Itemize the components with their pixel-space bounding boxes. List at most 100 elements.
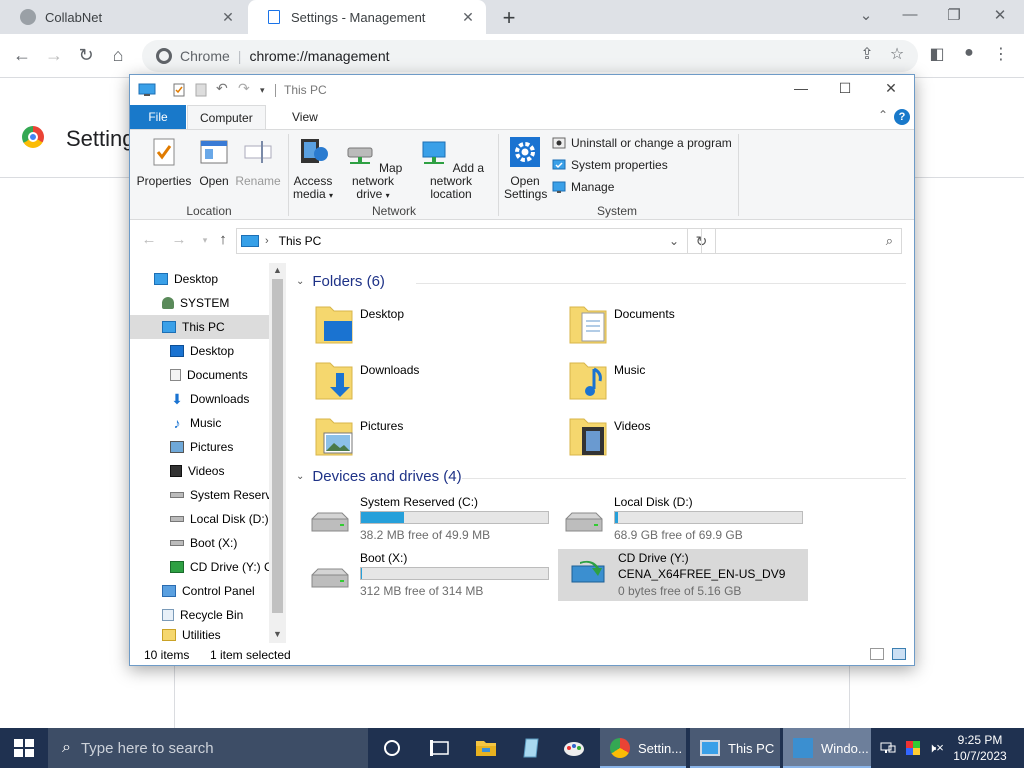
- menu-kebab-icon[interactable]: ⋮: [990, 44, 1012, 64]
- forward-button[interactable]: →: [170, 231, 188, 248]
- tab-file[interactable]: File: [130, 105, 186, 129]
- back-button[interactable]: ←: [10, 44, 34, 66]
- folder-music[interactable]: Music: [544, 355, 784, 407]
- tab-collabnet[interactable]: CollabNet ✕: [0, 0, 246, 34]
- taskbar-clock[interactable]: 9:25 PM 10/7/2023: [950, 732, 1010, 764]
- add-network-location-button[interactable]: Add a network location: [410, 136, 492, 201]
- nav-music[interactable]: ♪ Music: [130, 411, 270, 435]
- address-dropdown-icon[interactable]: ⌄: [669, 234, 679, 248]
- scroll-up-icon[interactable]: ▲: [269, 265, 286, 275]
- nav-this-pc[interactable]: This PC: [130, 315, 269, 339]
- nav-desktop-folder[interactable]: Desktop: [130, 339, 270, 363]
- nav-desktop[interactable]: Desktop: [130, 267, 270, 291]
- network-icon[interactable]: [880, 740, 896, 756]
- drive-cd-y[interactable]: CD Drive (Y:) CENA_X64FREE_EN-US_DV9 0 b…: [558, 549, 808, 601]
- tab-settings-management[interactable]: Settings - Management ✕: [248, 0, 486, 34]
- collapse-ribbon-icon[interactable]: ⌃: [878, 108, 888, 122]
- folder-downloads[interactable]: Downloads: [290, 355, 530, 407]
- up-button[interactable]: ↑: [214, 231, 232, 248]
- manage-button[interactable]: Manage: [552, 180, 614, 194]
- rename-button[interactable]: Rename: [234, 136, 282, 188]
- close-button[interactable]: ✕: [876, 80, 906, 97]
- drive-boot-x[interactable]: Boot (X:) 312 MB free of 314 MB: [300, 549, 550, 601]
- notepad-icon[interactable]: [520, 736, 544, 760]
- folder-documents[interactable]: Documents: [544, 299, 784, 351]
- nav-local-disk-d[interactable]: Local Disk (D:): [130, 507, 270, 531]
- maximize-button[interactable]: ☐: [830, 80, 860, 97]
- search-box[interactable]: ⌕: [701, 228, 902, 254]
- redo-icon[interactable]: ↷: [238, 80, 252, 96]
- folder-pictures[interactable]: Pictures: [290, 411, 530, 463]
- minimize-button[interactable]: —: [900, 6, 920, 23]
- home-button[interactable]: ⌂: [106, 44, 130, 66]
- system-properties-button[interactable]: System properties: [552, 158, 668, 172]
- chevron-down-icon[interactable]: ⌄: [856, 6, 876, 24]
- start-windows-icon[interactable]: [14, 739, 34, 757]
- side-panel-icon[interactable]: ◧: [926, 44, 948, 64]
- open-button[interactable]: Open: [196, 136, 232, 188]
- access-media-button[interactable]: Access media ▾: [292, 136, 334, 202]
- details-view-icon[interactable]: [870, 648, 884, 660]
- recent-locations-icon[interactable]: ▾: [196, 235, 214, 246]
- nav-videos[interactable]: Videos: [130, 459, 270, 483]
- address-bar[interactable]: Chrome | chrome://management: [142, 40, 918, 72]
- paint-icon[interactable]: [562, 736, 586, 760]
- map-network-drive-button[interactable]: Map network drive ▾: [336, 136, 410, 202]
- properties-icon[interactable]: [172, 83, 186, 97]
- taskbar-app-chrome-settings[interactable]: Settin...: [600, 728, 686, 768]
- folder-desktop[interactable]: Desktop: [290, 299, 530, 351]
- forward-button[interactable]: →: [42, 44, 66, 66]
- taskbar-search-box[interactable]: ⌕ Type here to search: [48, 728, 368, 768]
- nav-control-panel[interactable]: Control Panel: [130, 579, 270, 603]
- drives-group-header[interactable]: ⌄ Devices and drives (4): [296, 468, 462, 485]
- scroll-down-icon[interactable]: ▼: [269, 629, 286, 639]
- taskbar-app-windows-setup[interactable]: Windo...: [783, 728, 871, 768]
- folder-videos[interactable]: Videos: [544, 411, 784, 463]
- cortana-icon[interactable]: [380, 736, 404, 760]
- back-button[interactable]: ←: [140, 231, 158, 248]
- taskbar-app-this-pc[interactable]: This PC: [690, 728, 780, 768]
- nav-system-user[interactable]: SYSTEM: [130, 291, 270, 315]
- close-tab-icon[interactable]: ✕: [220, 9, 236, 26]
- help-icon[interactable]: ?: [894, 109, 910, 125]
- new-folder-icon[interactable]: [194, 83, 208, 97]
- breadcrumb-chevron-icon[interactable]: ›: [265, 235, 269, 247]
- bookmark-star-icon[interactable]: ☆: [886, 44, 908, 64]
- restore-button[interactable]: ❐: [944, 6, 964, 24]
- nav-pictures[interactable]: Pictures: [130, 435, 270, 459]
- undo-icon[interactable]: ↶: [216, 80, 230, 96]
- share-icon[interactable]: ⇪: [856, 44, 878, 64]
- drive-system-reserved[interactable]: System Reserved (C:) 38.2 MB free of 49.…: [300, 493, 550, 545]
- properties-button[interactable]: Properties: [136, 136, 192, 188]
- file-explorer-icon[interactable]: [474, 736, 498, 760]
- close-window-button[interactable]: ✕: [990, 6, 1010, 24]
- folders-group-header[interactable]: ⌄ Folders (6): [296, 273, 385, 290]
- nav-cd-drive-y[interactable]: CD Drive (Y:) C: [130, 555, 270, 579]
- task-view-icon[interactable]: [428, 736, 452, 760]
- minimize-button[interactable]: —: [786, 80, 816, 96]
- explorer-address-bar[interactable]: › This PC ⌄: [236, 228, 688, 254]
- nav-recycle-bin[interactable]: Recycle Bin: [130, 603, 270, 627]
- new-tab-button[interactable]: +: [498, 5, 520, 31]
- drive-icon: [170, 540, 184, 546]
- nav-downloads[interactable]: ⬇ Downloads: [130, 387, 270, 411]
- reload-button[interactable]: ↻: [74, 44, 98, 66]
- customize-toolbar-icon[interactable]: ▾: [260, 85, 274, 99]
- scrollbar-thumb[interactable]: [272, 279, 283, 613]
- open-settings-button[interactable]: Open Settings: [504, 136, 547, 201]
- profile-avatar[interactable]: ●: [958, 44, 980, 62]
- nav-system-reserved[interactable]: System Reserve: [130, 483, 270, 507]
- nav-documents[interactable]: Documents: [130, 363, 270, 387]
- color-app-icon[interactable]: [905, 740, 921, 756]
- tiles-view-icon[interactable]: [892, 648, 906, 660]
- volume-muted-icon[interactable]: 🕨×: [928, 740, 944, 756]
- tab-computer[interactable]: Computer: [187, 105, 266, 129]
- drive-local-disk-d[interactable]: Local Disk (D:) 68.9 GB free of 69.9 GB: [554, 493, 804, 545]
- nav-label: Videos: [188, 464, 225, 478]
- nav-utilities[interactable]: Utilities: [130, 627, 270, 643]
- tab-view[interactable]: View: [280, 105, 330, 129]
- close-tab-icon[interactable]: ✕: [460, 9, 476, 26]
- nav-scrollbar[interactable]: ▲ ▼: [269, 263, 286, 643]
- nav-boot-x[interactable]: Boot (X:): [130, 531, 270, 555]
- uninstall-program-button[interactable]: Uninstall or change a program: [552, 136, 732, 150]
